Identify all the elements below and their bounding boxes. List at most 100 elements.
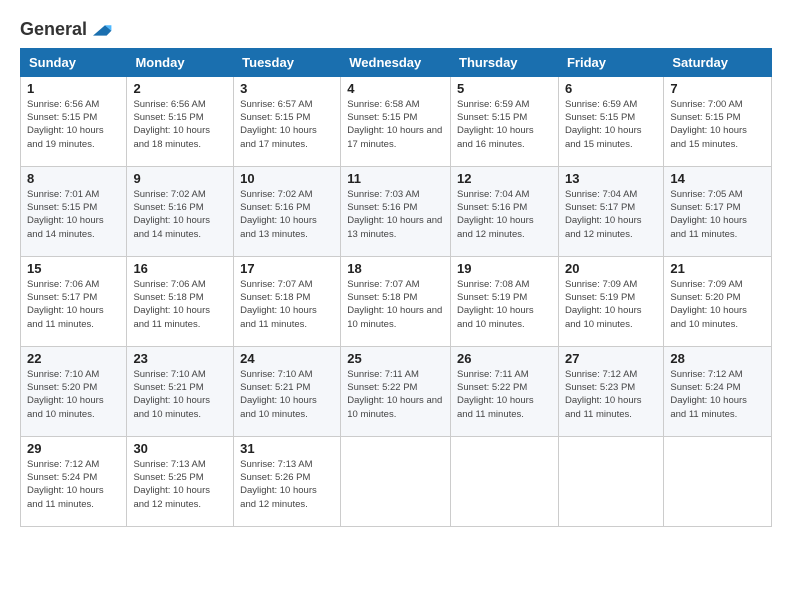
day-info: Sunrise: 7:12 AMSunset: 5:24 PMDaylight:…: [27, 458, 120, 511]
day-number: 26: [457, 351, 552, 366]
calendar-week-row: 29Sunrise: 7:12 AMSunset: 5:24 PMDayligh…: [21, 436, 772, 526]
calendar-cell: 3 Sunrise: 6:57 AMSunset: 5:15 PMDaylight…: [234, 76, 341, 166]
calendar-header-tuesday: Tuesday: [234, 48, 341, 76]
day-number: 4: [347, 81, 444, 96]
day-number: 28: [670, 351, 765, 366]
calendar-cell: 13 Sunrise: 7:04 AMSunset: 5:17 PMDayligh…: [558, 166, 663, 256]
calendar-header-friday: Friday: [558, 48, 663, 76]
calendar-cell: 30Sunrise: 7:13 AMSunset: 5:25 PMDayligh…: [127, 436, 234, 526]
calendar-cell: 10Sunrise: 7:02 AMSunset: 5:16 PMDayligh…: [234, 166, 341, 256]
calendar-header-row: SundayMondayTuesdayWednesdayThursdayFrid…: [21, 48, 772, 76]
calendar-cell: 4 Sunrise: 6:58 AMSunset: 5:15 PMDaylight…: [341, 76, 451, 166]
day-info: Sunrise: 7:10 AMSunset: 5:20 PMDaylight:…: [27, 368, 120, 421]
calendar-week-row: 15Sunrise: 7:06 AMSunset: 5:17 PMDayligh…: [21, 256, 772, 346]
calendar-cell: 31 Sunrise: 7:13 AMSunset: 5:26 PMDayligh…: [234, 436, 341, 526]
day-info: Sunrise: 7:01 AMSunset: 5:15 PMDaylight:…: [27, 188, 120, 241]
calendar-cell: 6 Sunrise: 6:59 AMSunset: 5:15 PMDaylight…: [558, 76, 663, 166]
day-number: 5: [457, 81, 552, 96]
day-info: Sunrise: 7:09 AMSunset: 5:20 PMDaylight:…: [670, 278, 765, 331]
day-number: 16: [133, 261, 227, 276]
day-info: Sunrise: 7:06 AMSunset: 5:18 PMDaylight:…: [133, 278, 227, 331]
day-number: 23: [133, 351, 227, 366]
calendar-cell: 29Sunrise: 7:12 AMSunset: 5:24 PMDayligh…: [21, 436, 127, 526]
day-info: Sunrise: 6:57 AMSunset: 5:15 PMDaylight:…: [240, 98, 334, 151]
day-info: Sunrise: 7:00 AMSunset: 5:15 PMDaylight:…: [670, 98, 765, 151]
calendar-cell: 28 Sunrise: 7:12 AMSunset: 5:24 PMDayligh…: [664, 346, 772, 436]
logo-icon: [89, 21, 113, 39]
day-number: 9: [133, 171, 227, 186]
day-number: 6: [565, 81, 657, 96]
day-info: Sunrise: 6:59 AMSunset: 5:15 PMDaylight:…: [565, 98, 657, 151]
calendar-cell: 8Sunrise: 7:01 AMSunset: 5:15 PMDaylight…: [21, 166, 127, 256]
day-number: 2: [133, 81, 227, 96]
calendar-cell: 17 Sunrise: 7:07 AMSunset: 5:18 PMDayligh…: [234, 256, 341, 346]
day-info: Sunrise: 7:11 AMSunset: 5:22 PMDaylight:…: [347, 368, 444, 421]
day-info: Sunrise: 6:56 AMSunset: 5:15 PMDaylight:…: [133, 98, 227, 151]
calendar-week-row: 8Sunrise: 7:01 AMSunset: 5:15 PMDaylight…: [21, 166, 772, 256]
day-number: 11: [347, 171, 444, 186]
calendar-header-monday: Monday: [127, 48, 234, 76]
day-info: Sunrise: 7:10 AMSunset: 5:21 PMDaylight:…: [133, 368, 227, 421]
day-number: 10: [240, 171, 334, 186]
calendar-cell: [451, 436, 559, 526]
header-section: General: [20, 20, 772, 40]
calendar-header-thursday: Thursday: [451, 48, 559, 76]
day-info: Sunrise: 7:07 AMSunset: 5:18 PMDaylight:…: [240, 278, 334, 331]
calendar-cell: 21 Sunrise: 7:09 AMSunset: 5:20 PMDayligh…: [664, 256, 772, 346]
day-number: 22: [27, 351, 120, 366]
day-number: 25: [347, 351, 444, 366]
day-info: Sunrise: 7:10 AMSunset: 5:21 PMDaylight:…: [240, 368, 334, 421]
calendar-cell: 19Sunrise: 7:08 AMSunset: 5:19 PMDayligh…: [451, 256, 559, 346]
day-number: 20: [565, 261, 657, 276]
day-number: 31: [240, 441, 334, 456]
calendar-cell: 11 Sunrise: 7:03 AMSunset: 5:16 PMDayligh…: [341, 166, 451, 256]
day-number: 1: [27, 81, 120, 96]
calendar-header-saturday: Saturday: [664, 48, 772, 76]
day-info: Sunrise: 6:56 AMSunset: 5:15 PMDaylight:…: [27, 98, 120, 151]
calendar-cell: 22 Sunrise: 7:10 AMSunset: 5:20 PMDayligh…: [21, 346, 127, 436]
calendar-cell: 20 Sunrise: 7:09 AMSunset: 5:19 PMDayligh…: [558, 256, 663, 346]
calendar-cell: 5 Sunrise: 6:59 AMSunset: 5:15 PMDaylight…: [451, 76, 559, 166]
day-info: Sunrise: 7:02 AMSunset: 5:16 PMDaylight:…: [133, 188, 227, 241]
calendar-cell: 9 Sunrise: 7:02 AMSunset: 5:16 PMDaylight…: [127, 166, 234, 256]
calendar-cell: 7 Sunrise: 7:00 AMSunset: 5:15 PMDaylight…: [664, 76, 772, 166]
calendar-cell: [558, 436, 663, 526]
calendar-week-row: 1 Sunrise: 6:56 AMSunset: 5:15 PMDaylight…: [21, 76, 772, 166]
day-info: Sunrise: 7:03 AMSunset: 5:16 PMDaylight:…: [347, 188, 444, 241]
day-info: Sunrise: 7:04 AMSunset: 5:17 PMDaylight:…: [565, 188, 657, 241]
day-number: 14: [670, 171, 765, 186]
day-info: Sunrise: 7:06 AMSunset: 5:17 PMDaylight:…: [27, 278, 120, 331]
day-info: Sunrise: 7:12 AMSunset: 5:23 PMDaylight:…: [565, 368, 657, 421]
calendar-cell: 16 Sunrise: 7:06 AMSunset: 5:18 PMDayligh…: [127, 256, 234, 346]
day-info: Sunrise: 7:11 AMSunset: 5:22 PMDaylight:…: [457, 368, 552, 421]
calendar-cell: 27 Sunrise: 7:12 AMSunset: 5:23 PMDayligh…: [558, 346, 663, 436]
day-info: Sunrise: 6:58 AMSunset: 5:15 PMDaylight:…: [347, 98, 444, 151]
day-info: Sunrise: 7:12 AMSunset: 5:24 PMDaylight:…: [670, 368, 765, 421]
calendar-header-wednesday: Wednesday: [341, 48, 451, 76]
day-number: 12: [457, 171, 552, 186]
calendar-body: 1 Sunrise: 6:56 AMSunset: 5:15 PMDaylight…: [21, 76, 772, 526]
calendar-cell: [664, 436, 772, 526]
day-info: Sunrise: 6:59 AMSunset: 5:15 PMDaylight:…: [457, 98, 552, 151]
day-number: 27: [565, 351, 657, 366]
day-info: Sunrise: 7:13 AMSunset: 5:26 PMDaylight:…: [240, 458, 334, 511]
logo: General: [20, 20, 113, 40]
day-info: Sunrise: 7:08 AMSunset: 5:19 PMDaylight:…: [457, 278, 552, 331]
calendar-cell: 25 Sunrise: 7:11 AMSunset: 5:22 PMDayligh…: [341, 346, 451, 436]
day-number: 3: [240, 81, 334, 96]
day-number: 17: [240, 261, 334, 276]
day-number: 24: [240, 351, 334, 366]
calendar-cell: 26 Sunrise: 7:11 AMSunset: 5:22 PMDayligh…: [451, 346, 559, 436]
day-info: Sunrise: 7:09 AMSunset: 5:19 PMDaylight:…: [565, 278, 657, 331]
calendar-cell: 18Sunrise: 7:07 AMSunset: 5:18 PMDayligh…: [341, 256, 451, 346]
day-number: 13: [565, 171, 657, 186]
calendar-cell: 24 Sunrise: 7:10 AMSunset: 5:21 PMDayligh…: [234, 346, 341, 436]
calendar-cell: 15Sunrise: 7:06 AMSunset: 5:17 PMDayligh…: [21, 256, 127, 346]
day-number: 30: [133, 441, 227, 456]
logo-general: General: [20, 20, 87, 40]
day-number: 21: [670, 261, 765, 276]
calendar-header-sunday: Sunday: [21, 48, 127, 76]
day-number: 7: [670, 81, 765, 96]
calendar-week-row: 22 Sunrise: 7:10 AMSunset: 5:20 PMDayligh…: [21, 346, 772, 436]
calendar-cell: [341, 436, 451, 526]
